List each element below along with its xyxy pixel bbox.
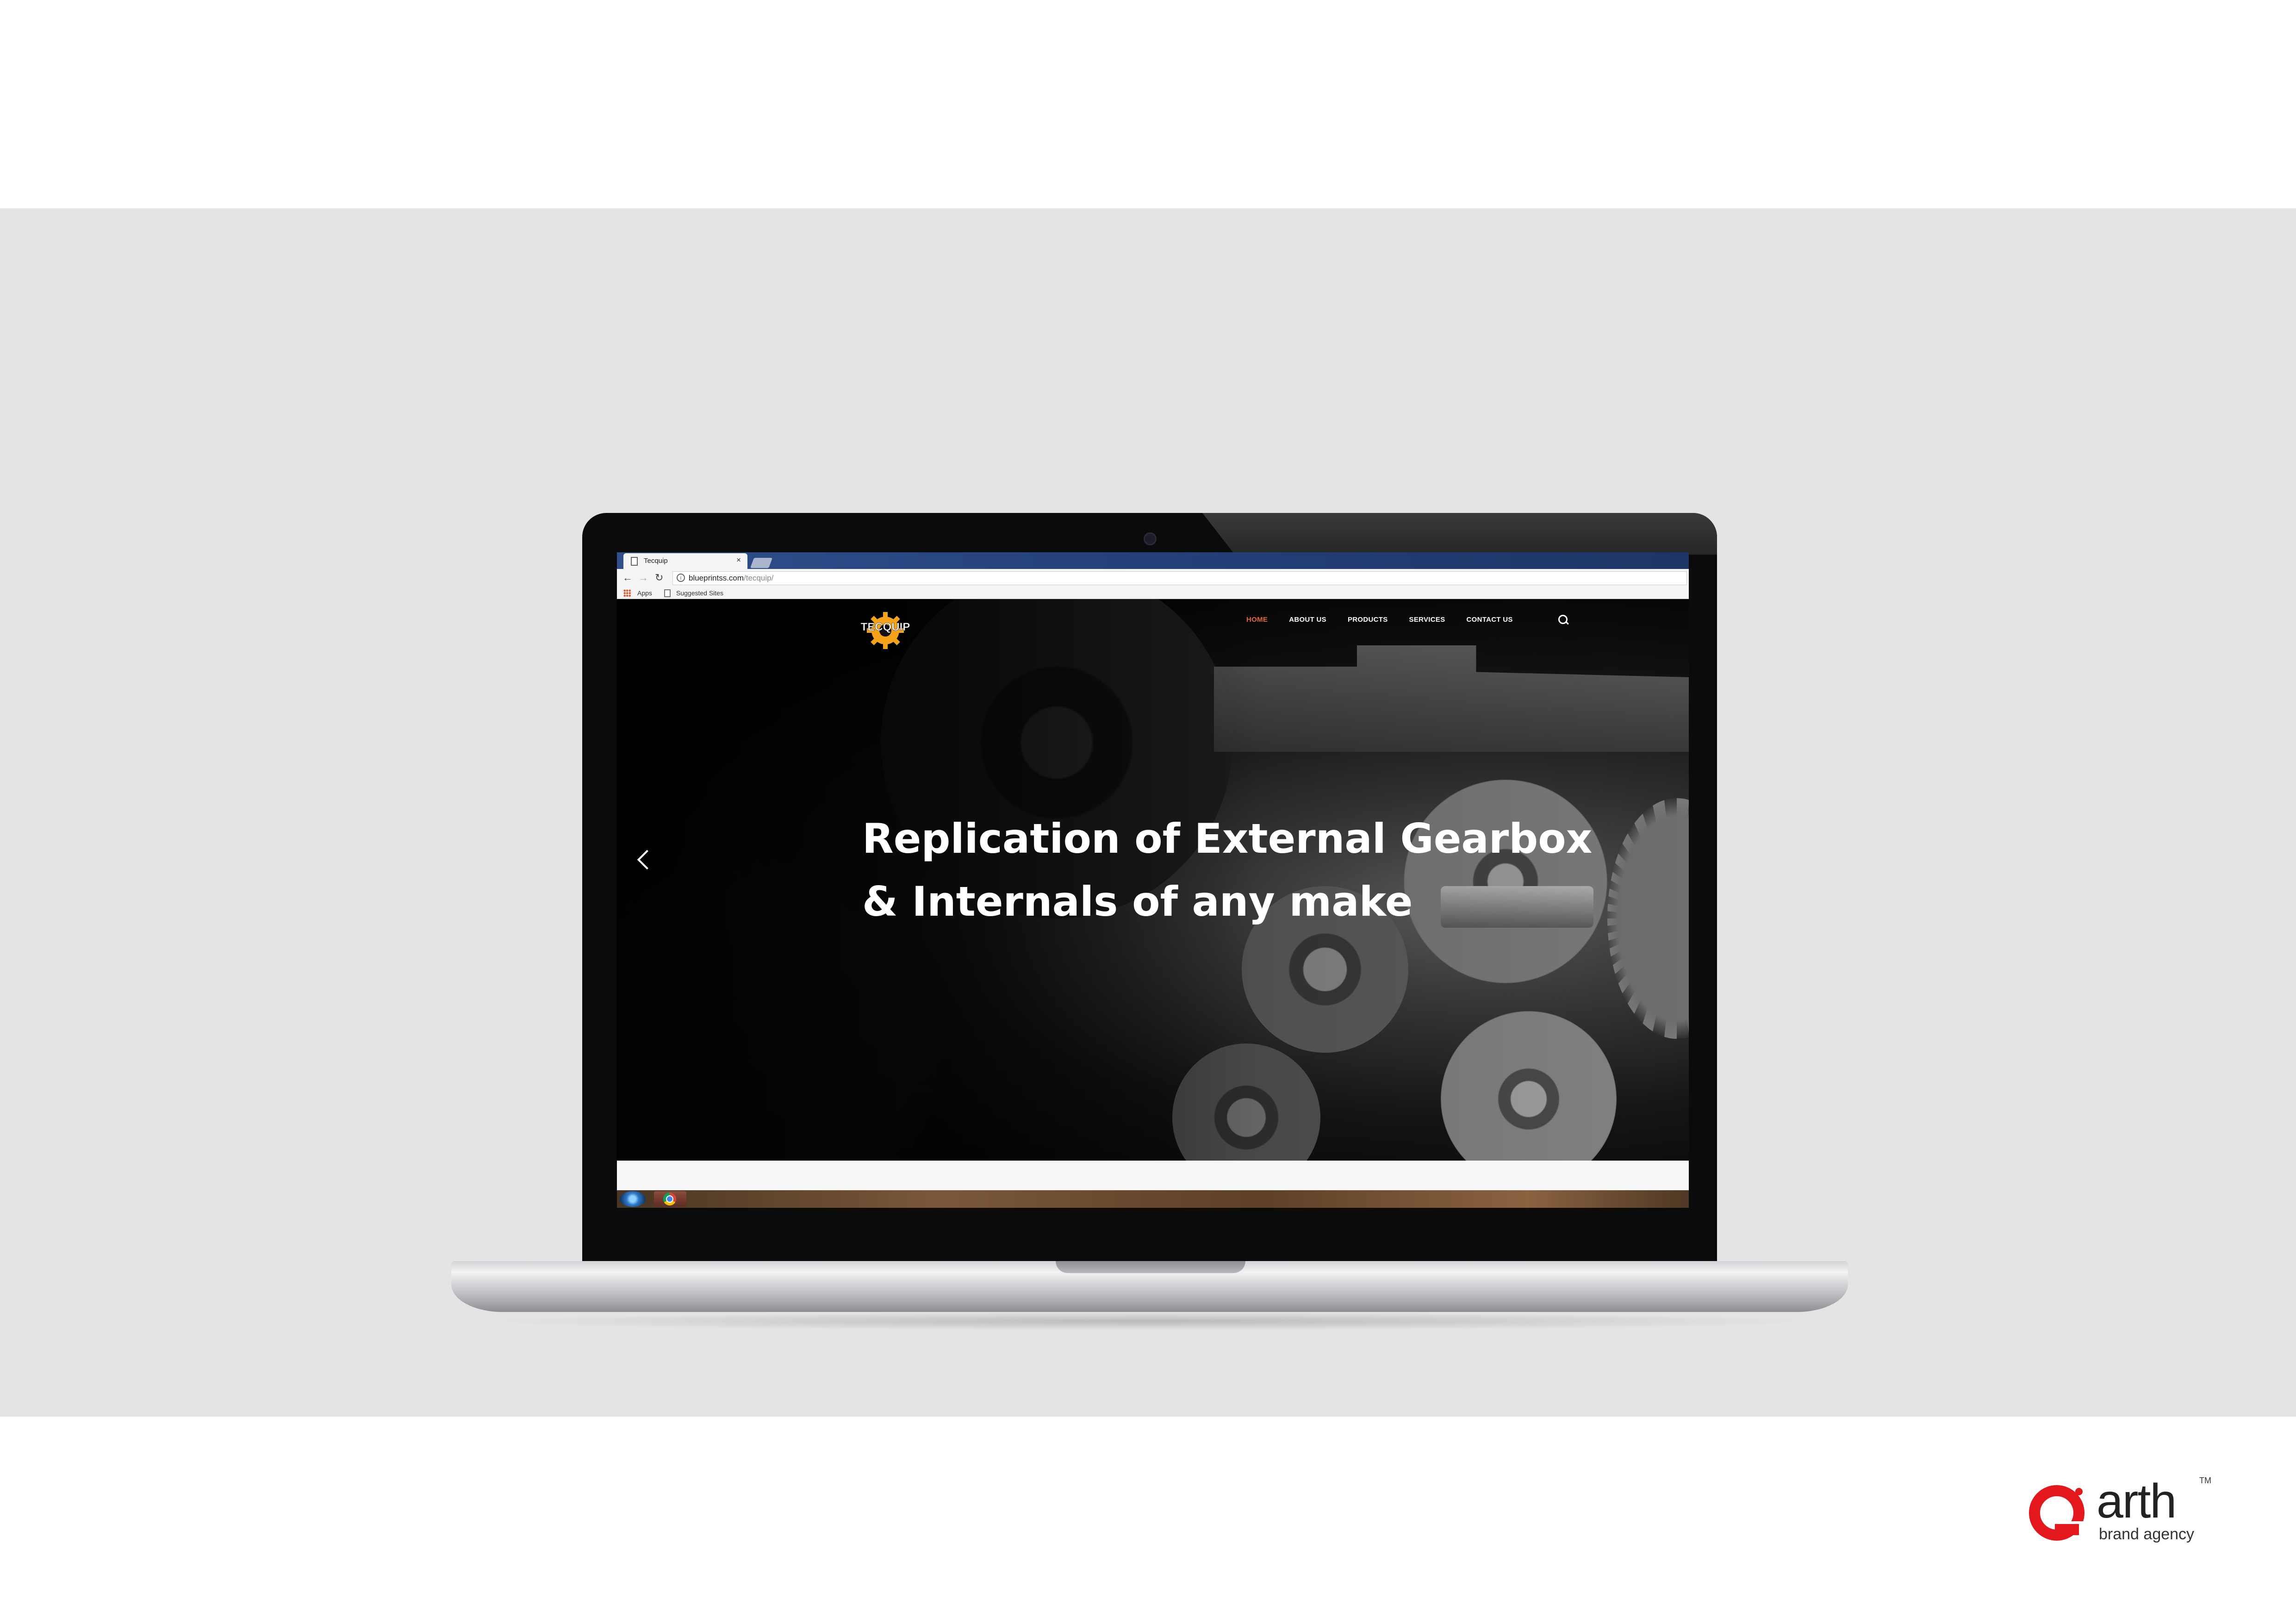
hero-headline: Replication of External Gearbox & Intern… — [862, 807, 1649, 933]
chrome-icon — [663, 1193, 676, 1206]
page-icon — [631, 557, 638, 566]
lid-glare — [1202, 513, 1717, 555]
reload-icon[interactable]: ↻ — [655, 572, 663, 584]
taskbar-browser-button[interactable] — [654, 1191, 686, 1207]
start-button-icon[interactable] — [620, 1191, 646, 1207]
laptop-screen: Tecquip × ← → ↻ i blueprintss.com/tecqui… — [617, 552, 1689, 1208]
trademark-mark: TM — [2199, 1476, 2211, 1485]
address-bar[interactable]: i blueprintss.com/tecquip/ — [672, 571, 1687, 585]
tecquip-logo[interactable]: TECQUIP — [853, 603, 918, 654]
nav-about-us[interactable]: ABOUT US — [1289, 616, 1326, 630]
main-nav: HOME ABOUT US PRODUCTS SERVICES CONTACT … — [1246, 616, 1513, 630]
tab-title: Tecquip — [644, 557, 668, 565]
bookmarks-bar: Apps Suggested Sites — [617, 587, 1689, 599]
browser-toolbar: ← → ↻ i blueprintss.com/tecquip/ — [617, 569, 1689, 587]
page-icon — [664, 589, 671, 597]
laptop-shadow — [472, 1312, 1828, 1330]
logo-text: TECQUIP — [861, 621, 910, 633]
arth-brand-logo: arth brand agency TM — [2027, 1474, 2211, 1546]
laptop-notch — [1056, 1261, 1245, 1273]
search-icon[interactable] — [1558, 615, 1568, 624]
laptop-lid: Tecquip × ← → ↻ i blueprintss.com/tecqui… — [582, 513, 1717, 1263]
browser-tab-strip: Tecquip × — [617, 552, 1689, 569]
new-tab-button[interactable] — [750, 558, 773, 568]
close-tab-icon[interactable]: × — [736, 556, 741, 565]
brand-wordmark: arth — [2097, 1474, 2177, 1528]
info-icon[interactable]: i — [677, 574, 685, 582]
webcam — [1144, 532, 1157, 545]
q-mark-icon — [2029, 1485, 2087, 1541]
nav-products[interactable]: PRODUCTS — [1348, 616, 1388, 630]
url-path: /tecquip/ — [744, 574, 774, 582]
url-text: blueprintss.com/tecquip/ — [689, 574, 773, 583]
os-taskbar — [617, 1190, 1689, 1208]
nav-home[interactable]: HOME — [1246, 616, 1268, 630]
nav-services[interactable]: SERVICES — [1409, 616, 1445, 630]
url-host: blueprintss.com — [689, 574, 744, 582]
apps-grid-icon[interactable] — [623, 589, 631, 597]
back-arrow-icon[interactable]: ← — [622, 572, 633, 584]
laptop-base — [451, 1261, 1848, 1312]
bookmark-suggested-sites[interactable]: Suggested Sites — [676, 589, 723, 597]
bookmark-apps[interactable]: Apps — [637, 589, 652, 597]
brand-tagline: brand agency — [2099, 1525, 2195, 1543]
page-footer-strip — [617, 1161, 1689, 1190]
browser-tab[interactable]: Tecquip × — [623, 553, 747, 569]
nav-contact-us[interactable]: CONTACT US — [1467, 616, 1513, 630]
forward-arrow-icon[interactable]: → — [638, 572, 648, 584]
hero-line-2: & Internals of any make — [862, 878, 1413, 925]
hero-line-1: Replication of External Gearbox — [862, 815, 1593, 862]
website-hero: TECQUIP HOME ABOUT US PRODUCTS SERVICES … — [617, 599, 1689, 1161]
